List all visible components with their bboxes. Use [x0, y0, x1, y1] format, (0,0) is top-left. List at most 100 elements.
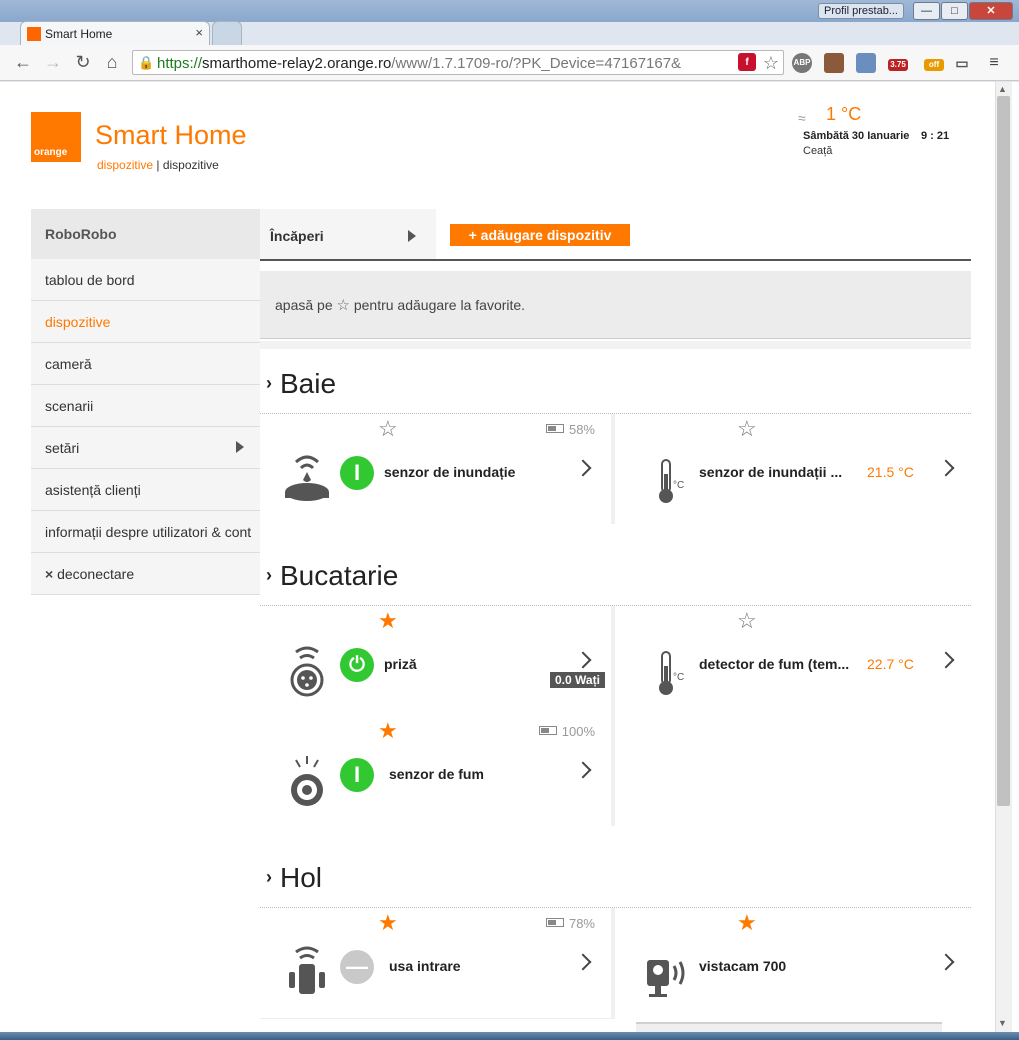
profile-button[interactable]: Profil prestab... — [818, 3, 904, 19]
close-window-button[interactable]: ✕ — [969, 2, 1013, 20]
chevron-right-icon[interactable] — [574, 953, 592, 971]
maximize-button[interactable]: □ — [941, 2, 968, 20]
weather-condition: Ceață — [803, 145, 833, 157]
device-card[interactable]: ☆ 58% I senzor de inundație — [260, 414, 615, 524]
state-on-toggle[interactable]: I — [340, 758, 374, 792]
adblock-icon[interactable]: ABP — [792, 53, 812, 73]
chevron-right-icon: › — [266, 565, 272, 585]
flood-sensor-icon — [285, 455, 329, 501]
smart-plug-icon — [290, 646, 324, 697]
state-disabled-toggle[interactable]: — — [340, 950, 374, 984]
new-tab-button[interactable] — [212, 21, 242, 45]
room-title-baie[interactable]: › Baie — [266, 368, 336, 400]
battery-icon — [545, 424, 564, 433]
sidebar-item-devices[interactable]: dispozitive — [31, 301, 260, 343]
device-name[interactable]: priză — [384, 656, 417, 672]
sidebar-item-settings[interactable]: setări — [31, 427, 260, 469]
cast-icon[interactable]: ▭ — [952, 53, 972, 73]
chevron-right-icon: › — [266, 867, 272, 887]
chevron-right-icon[interactable] — [937, 459, 955, 477]
bookmark-star-icon[interactable]: ☆ — [763, 53, 779, 74]
minimize-button[interactable]: — — [913, 2, 940, 20]
favorite-star-icon[interactable]: ★ — [378, 910, 398, 936]
svg-text:°C: °C — [673, 480, 684, 491]
device-card[interactable]: ☆ °C detector de fum (tem... 22.7 °C — [619, 606, 974, 716]
favorite-star-icon[interactable]: ☆ — [737, 416, 757, 442]
battery-icon — [545, 918, 564, 927]
smoke-sensor-icon — [291, 756, 323, 806]
fog-icon: ≈ — [798, 110, 806, 126]
sidebar-item-scenarios[interactable]: scenarii — [31, 385, 260, 427]
favorite-star-icon[interactable]: ★ — [378, 718, 398, 744]
room-title-hol[interactable]: › Hol — [266, 862, 322, 894]
chevron-right-icon[interactable] — [937, 953, 955, 971]
chevron-right-icon[interactable] — [574, 651, 592, 669]
device-card[interactable]: ☆ °C senzor de inundații ... 21.5 °C — [619, 414, 974, 524]
power-toggle[interactable]: ⏻ — [340, 648, 374, 682]
device-card[interactable]: ★ vistacam 700 — [619, 908, 974, 1018]
forward-icon[interactable]: → — [42, 51, 64, 73]
sidebar-item-dashboard[interactable]: tablou de bord — [31, 259, 260, 301]
extension-off-icon[interactable]: off — [924, 59, 944, 71]
reload-icon[interactable]: ↻ — [72, 51, 94, 73]
state-on-toggle[interactable]: I — [340, 456, 374, 490]
scroll-down-icon[interactable]: ▼ — [998, 1018, 1007, 1028]
address-bar[interactable]: 🔒 https://smarthome-relay2.orange.ro/www… — [132, 50, 784, 75]
device-temperature: 21.5 °C — [867, 464, 914, 480]
battery-indicator: 58% — [545, 422, 595, 437]
chevron-right-icon[interactable] — [574, 459, 592, 477]
sidebar-item-camera[interactable]: cameră — [31, 343, 260, 385]
sidebar-item-account[interactable]: informații despre utilizatori & cont — [31, 511, 260, 553]
os-taskbar — [0, 1032, 1019, 1040]
download-badge-icon[interactable]: 3.75 — [888, 59, 908, 71]
orange-logo[interactable]: orange — [31, 112, 81, 162]
favorite-star-icon[interactable]: ☆ — [378, 416, 398, 442]
chevron-right-icon[interactable] — [574, 761, 592, 779]
device-name[interactable]: senzor de inundație — [384, 464, 515, 480]
device-name[interactable]: vistacam 700 — [699, 958, 786, 974]
star-outline-icon: ☆ — [336, 297, 350, 314]
logo-text: orange — [34, 147, 68, 158]
expand-arrow-icon — [236, 441, 244, 453]
url-text[interactable]: https://smarthome-relay2.orange.ro/www/1… — [157, 55, 717, 72]
breadcrumb: dispozitive | dispozitive — [97, 158, 219, 172]
door-sensor-icon — [289, 946, 325, 994]
device-name[interactable]: senzor de inundații ... — [699, 464, 842, 480]
breadcrumb-link[interactable]: dispozitive — [97, 158, 153, 172]
breadcrumb-current: dispozitive — [162, 158, 219, 172]
divider — [260, 259, 971, 261]
battery-indicator: 100% — [538, 724, 595, 739]
favorite-star-icon[interactable]: ★ — [378, 608, 398, 634]
tab-title: Smart Home — [45, 27, 113, 41]
favorite-star-icon[interactable]: ☆ — [737, 608, 757, 634]
camera-device-icon — [647, 960, 685, 997]
device-name[interactable]: usa intrare — [389, 958, 461, 974]
current-date: Sâmbătă 30 Ianuarie — [803, 130, 910, 142]
back-icon[interactable]: ← — [12, 51, 34, 73]
room-title-bucatarie[interactable]: › Bucatarie — [266, 560, 398, 592]
orange-favicon-icon — [27, 27, 41, 41]
device-card[interactable]: ★ 100% I senzor de fum — [260, 716, 615, 826]
favorite-star-icon[interactable]: ★ — [737, 910, 757, 936]
sidebar-user: RoboRobo — [31, 209, 260, 259]
camera-icon[interactable] — [856, 53, 876, 73]
scrollbar-thumb[interactable] — [997, 96, 1010, 806]
browser-tab[interactable]: Smart Home × — [20, 21, 210, 45]
device-temperature: 22.7 °C — [867, 656, 914, 672]
thermometer-icon: °C — [659, 459, 684, 503]
tab-close-icon[interactable]: × — [195, 25, 203, 40]
flash-icon[interactable]: f — [738, 53, 756, 71]
menu-icon[interactable]: ≡ — [984, 53, 1004, 73]
device-name[interactable]: detector de fum (tem... — [699, 656, 849, 672]
instagram-icon[interactable] — [824, 53, 844, 73]
chevron-right-icon[interactable] — [937, 651, 955, 669]
device-card[interactable]: ★ ⏻ priză 0.0 Wați — [260, 606, 615, 716]
add-device-button[interactable]: + adăugare dispozitiv — [450, 224, 630, 246]
sidebar-item-logout[interactable]: × deconectare — [31, 553, 260, 595]
sidebar-item-support[interactable]: asistență clienți — [31, 469, 260, 511]
device-name[interactable]: senzor de fum — [389, 766, 484, 782]
outdoor-temperature: 1 °C — [826, 104, 862, 124]
scroll-up-icon[interactable]: ▲ — [998, 84, 1007, 94]
home-icon[interactable]: ⌂ — [101, 51, 123, 73]
device-card[interactable]: ★ 78% — usa intrare — [260, 908, 615, 1018]
